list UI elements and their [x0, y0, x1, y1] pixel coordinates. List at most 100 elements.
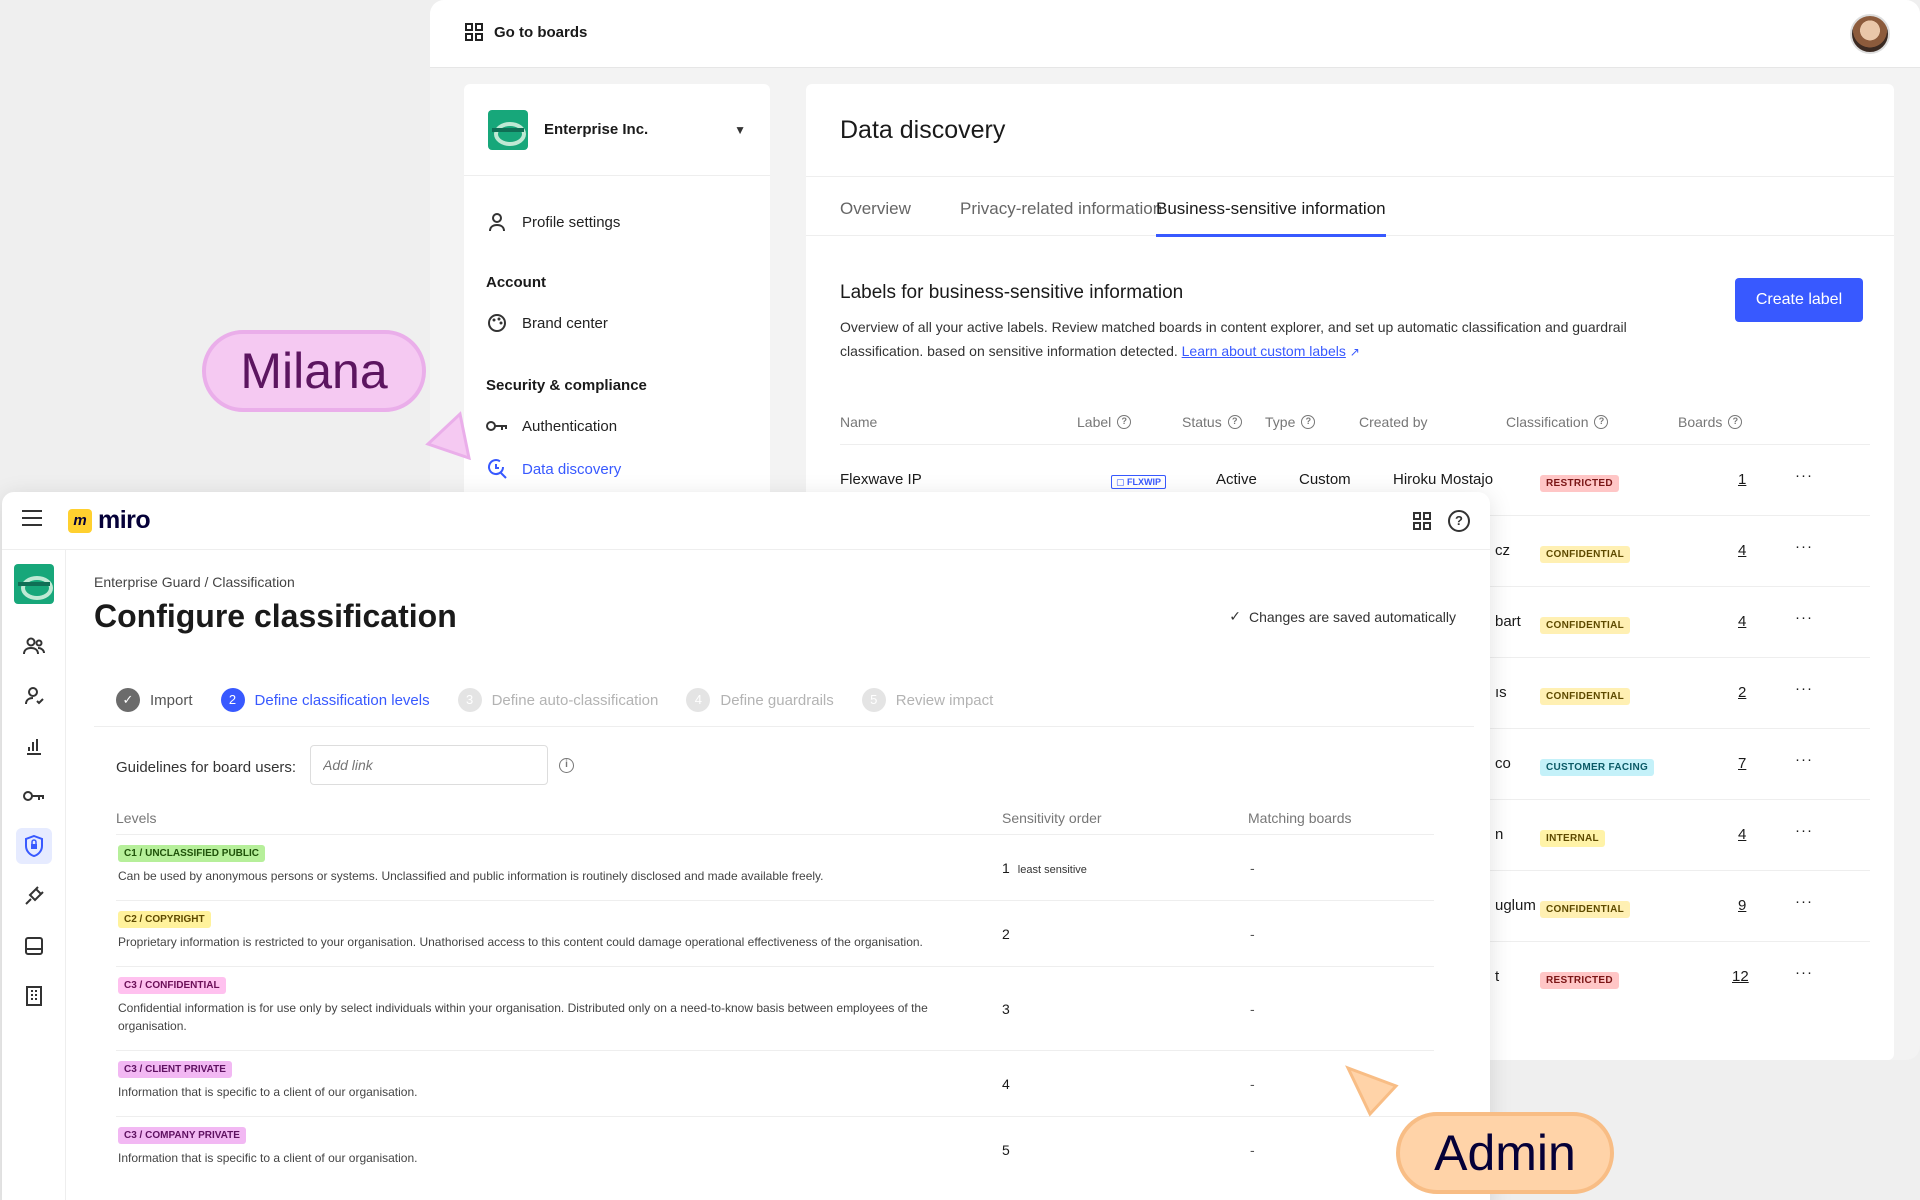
plug-icon[interactable] [16, 878, 52, 914]
row-classification: CONFIDENTIAL [1540, 615, 1631, 634]
order-number: 5 [1002, 1142, 1010, 1158]
row-boards-count[interactable]: 4 [1738, 613, 1746, 630]
org-switcher[interactable]: Enterprise Inc. ▼ [464, 84, 770, 176]
org-logo [488, 109, 528, 150]
page-title: Configure classification [94, 598, 457, 634]
board-icon[interactable] [16, 928, 52, 964]
building-icon[interactable] [16, 978, 52, 1014]
row-created-by: ıs [1495, 684, 1507, 701]
column-header-type: Type? [1265, 414, 1316, 430]
shield-icon[interactable] [16, 828, 52, 864]
column-label: Name [840, 414, 878, 430]
level-row[interactable]: C1 / UNCLASSIFIED PUBLIC Can be used by a… [116, 834, 1434, 900]
column-label: Label [1077, 414, 1112, 430]
step-define-levels[interactable]: 2 Define classification levels [220, 688, 430, 712]
level-tag: C2 / COPYRIGHT [118, 911, 211, 928]
org-logo[interactable] [14, 564, 54, 604]
tab-business-sensitive[interactable]: Business-sensitive information [1156, 199, 1386, 237]
step-guardrails[interactable]: 4 Define guardrails [686, 688, 834, 712]
row-boards-count[interactable]: 7 [1738, 755, 1746, 772]
guidelines-link-input[interactable] [310, 745, 548, 785]
row-boards-count[interactable]: 1 [1738, 471, 1746, 488]
more-options-icon[interactable]: ··· [1795, 751, 1813, 768]
matching-boards: - [1250, 1076, 1255, 1092]
level-description: Information that is specific to a client… [118, 1151, 418, 1165]
step-number: 3 [457, 688, 482, 712]
row-boards-count[interactable]: 9 [1738, 897, 1746, 914]
more-options-icon[interactable]: ··· [1795, 893, 1813, 910]
column-label: Boards [1678, 414, 1723, 430]
row-classification: CONFIDENTIAL [1540, 544, 1631, 563]
apps-grid-icon[interactable] [1412, 511, 1432, 537]
more-options-icon[interactable]: ··· [1795, 538, 1813, 555]
help-icon[interactable]: ? [1728, 415, 1743, 429]
settings-sidebar: Enterprise Inc. ▼ Profile settings Accou… [464, 84, 770, 504]
more-options-icon[interactable]: ··· [1795, 467, 1813, 484]
status-badge: INTERNAL [1540, 830, 1605, 847]
miro-top-bar: m miro ? [2, 492, 1490, 550]
help-icon[interactable]: ? [1227, 415, 1242, 429]
row-boards-count[interactable]: 2 [1738, 684, 1746, 701]
step-label: Import [150, 691, 193, 709]
tab-overview[interactable]: Overview [840, 199, 911, 219]
learn-more-link[interactable]: Learn about custom labels [1182, 343, 1346, 359]
sidebar-item-brand[interactable]: Brand center [486, 312, 608, 334]
step-number: 2 [220, 688, 245, 712]
help-icon[interactable]: ? [1594, 415, 1609, 429]
more-options-icon[interactable]: ··· [1795, 964, 1813, 981]
more-options-icon[interactable]: ··· [1795, 609, 1813, 626]
step-auto-classification[interactable]: 3 Define auto-classification [457, 688, 658, 712]
create-label-button[interactable]: Create label [1735, 278, 1863, 322]
order-number: 1 [1002, 860, 1010, 876]
more-options-icon[interactable]: ··· [1795, 822, 1813, 839]
sidebar-item-data-discovery[interactable]: Data discovery [486, 458, 621, 480]
analytics-icon[interactable] [16, 728, 52, 764]
help-icon[interactable]: ? [1301, 415, 1316, 429]
user-avatar[interactable] [1850, 14, 1890, 54]
tab-bar: Overview Privacy-related information Bus… [806, 176, 1894, 237]
sensitivity-order: 3 [1002, 1001, 1010, 1017]
step-review-impact[interactable]: 5 Review impact [861, 688, 993, 712]
level-description: Confidential information is for use only… [118, 1001, 928, 1033]
status-badge: CONFIDENTIAL [1540, 546, 1631, 563]
row-boards-count[interactable]: 4 [1738, 542, 1746, 559]
column-header-boards: Boards? [1678, 414, 1743, 430]
step-import[interactable]: ✓ Import [116, 688, 193, 712]
level-row[interactable]: C3 / CONFIDENTIAL Confidential informatio… [116, 966, 1434, 1050]
row-created-by: n [1495, 826, 1504, 843]
help-icon[interactable]: ? [1117, 415, 1132, 429]
menu-icon[interactable] [22, 510, 42, 526]
row-classification: RESTRICTED [1540, 970, 1619, 989]
step-label: Define classification levels [254, 691, 430, 709]
row-created-by: co [1495, 755, 1511, 772]
sidebar-item-profile[interactable]: Profile settings [486, 211, 620, 233]
go-to-boards-link[interactable]: Go to boards [464, 22, 587, 42]
key-icon[interactable] [16, 778, 52, 814]
level-row[interactable]: C2 / COPYRIGHT Proprietary information is… [116, 900, 1434, 966]
level-row[interactable]: C3 / COMPANY PRIVATE Information that is … [116, 1116, 1434, 1182]
levels-header: Levels [116, 810, 157, 826]
miro-logo[interactable]: m miro [68, 506, 151, 535]
help-icon[interactable]: ? [1448, 510, 1470, 532]
autosave-status: ✓ Changes are saved automatically [1229, 608, 1456, 625]
row-boards-count[interactable]: 12 [1732, 968, 1749, 985]
info-icon[interactable]: i [559, 758, 574, 773]
level-description: Can be used by anonymous persons or syst… [118, 869, 824, 883]
breadcrumb[interactable]: Enterprise Guard / Classification [94, 574, 295, 590]
tab-privacy[interactable]: Privacy-related information [960, 199, 1162, 219]
sidebar-item-label: Profile settings [522, 213, 621, 231]
sidebar-item-authentication[interactable]: Authentication [486, 415, 617, 437]
team-icon[interactable] [16, 628, 52, 664]
pointer-icon [425, 411, 471, 460]
row-classification: INTERNAL [1540, 828, 1605, 847]
user-settings-icon[interactable] [16, 678, 52, 714]
label-chip: ▢ FLXWIP [1111, 475, 1167, 489]
column-header-classification: Classification? [1506, 414, 1609, 430]
level-row[interactable]: C3 / CLIENT PRIVATE Information that is s… [116, 1050, 1434, 1116]
matching-boards-header: Matching boards [1248, 810, 1352, 826]
row-boards-count[interactable]: 4 [1738, 826, 1746, 843]
level-tag: C3 / CONFIDENTIAL [118, 977, 226, 994]
more-options-icon[interactable]: ··· [1795, 680, 1813, 697]
column-label: Created by [1359, 414, 1428, 430]
label-chip-text: FLXWIP [1127, 477, 1162, 487]
